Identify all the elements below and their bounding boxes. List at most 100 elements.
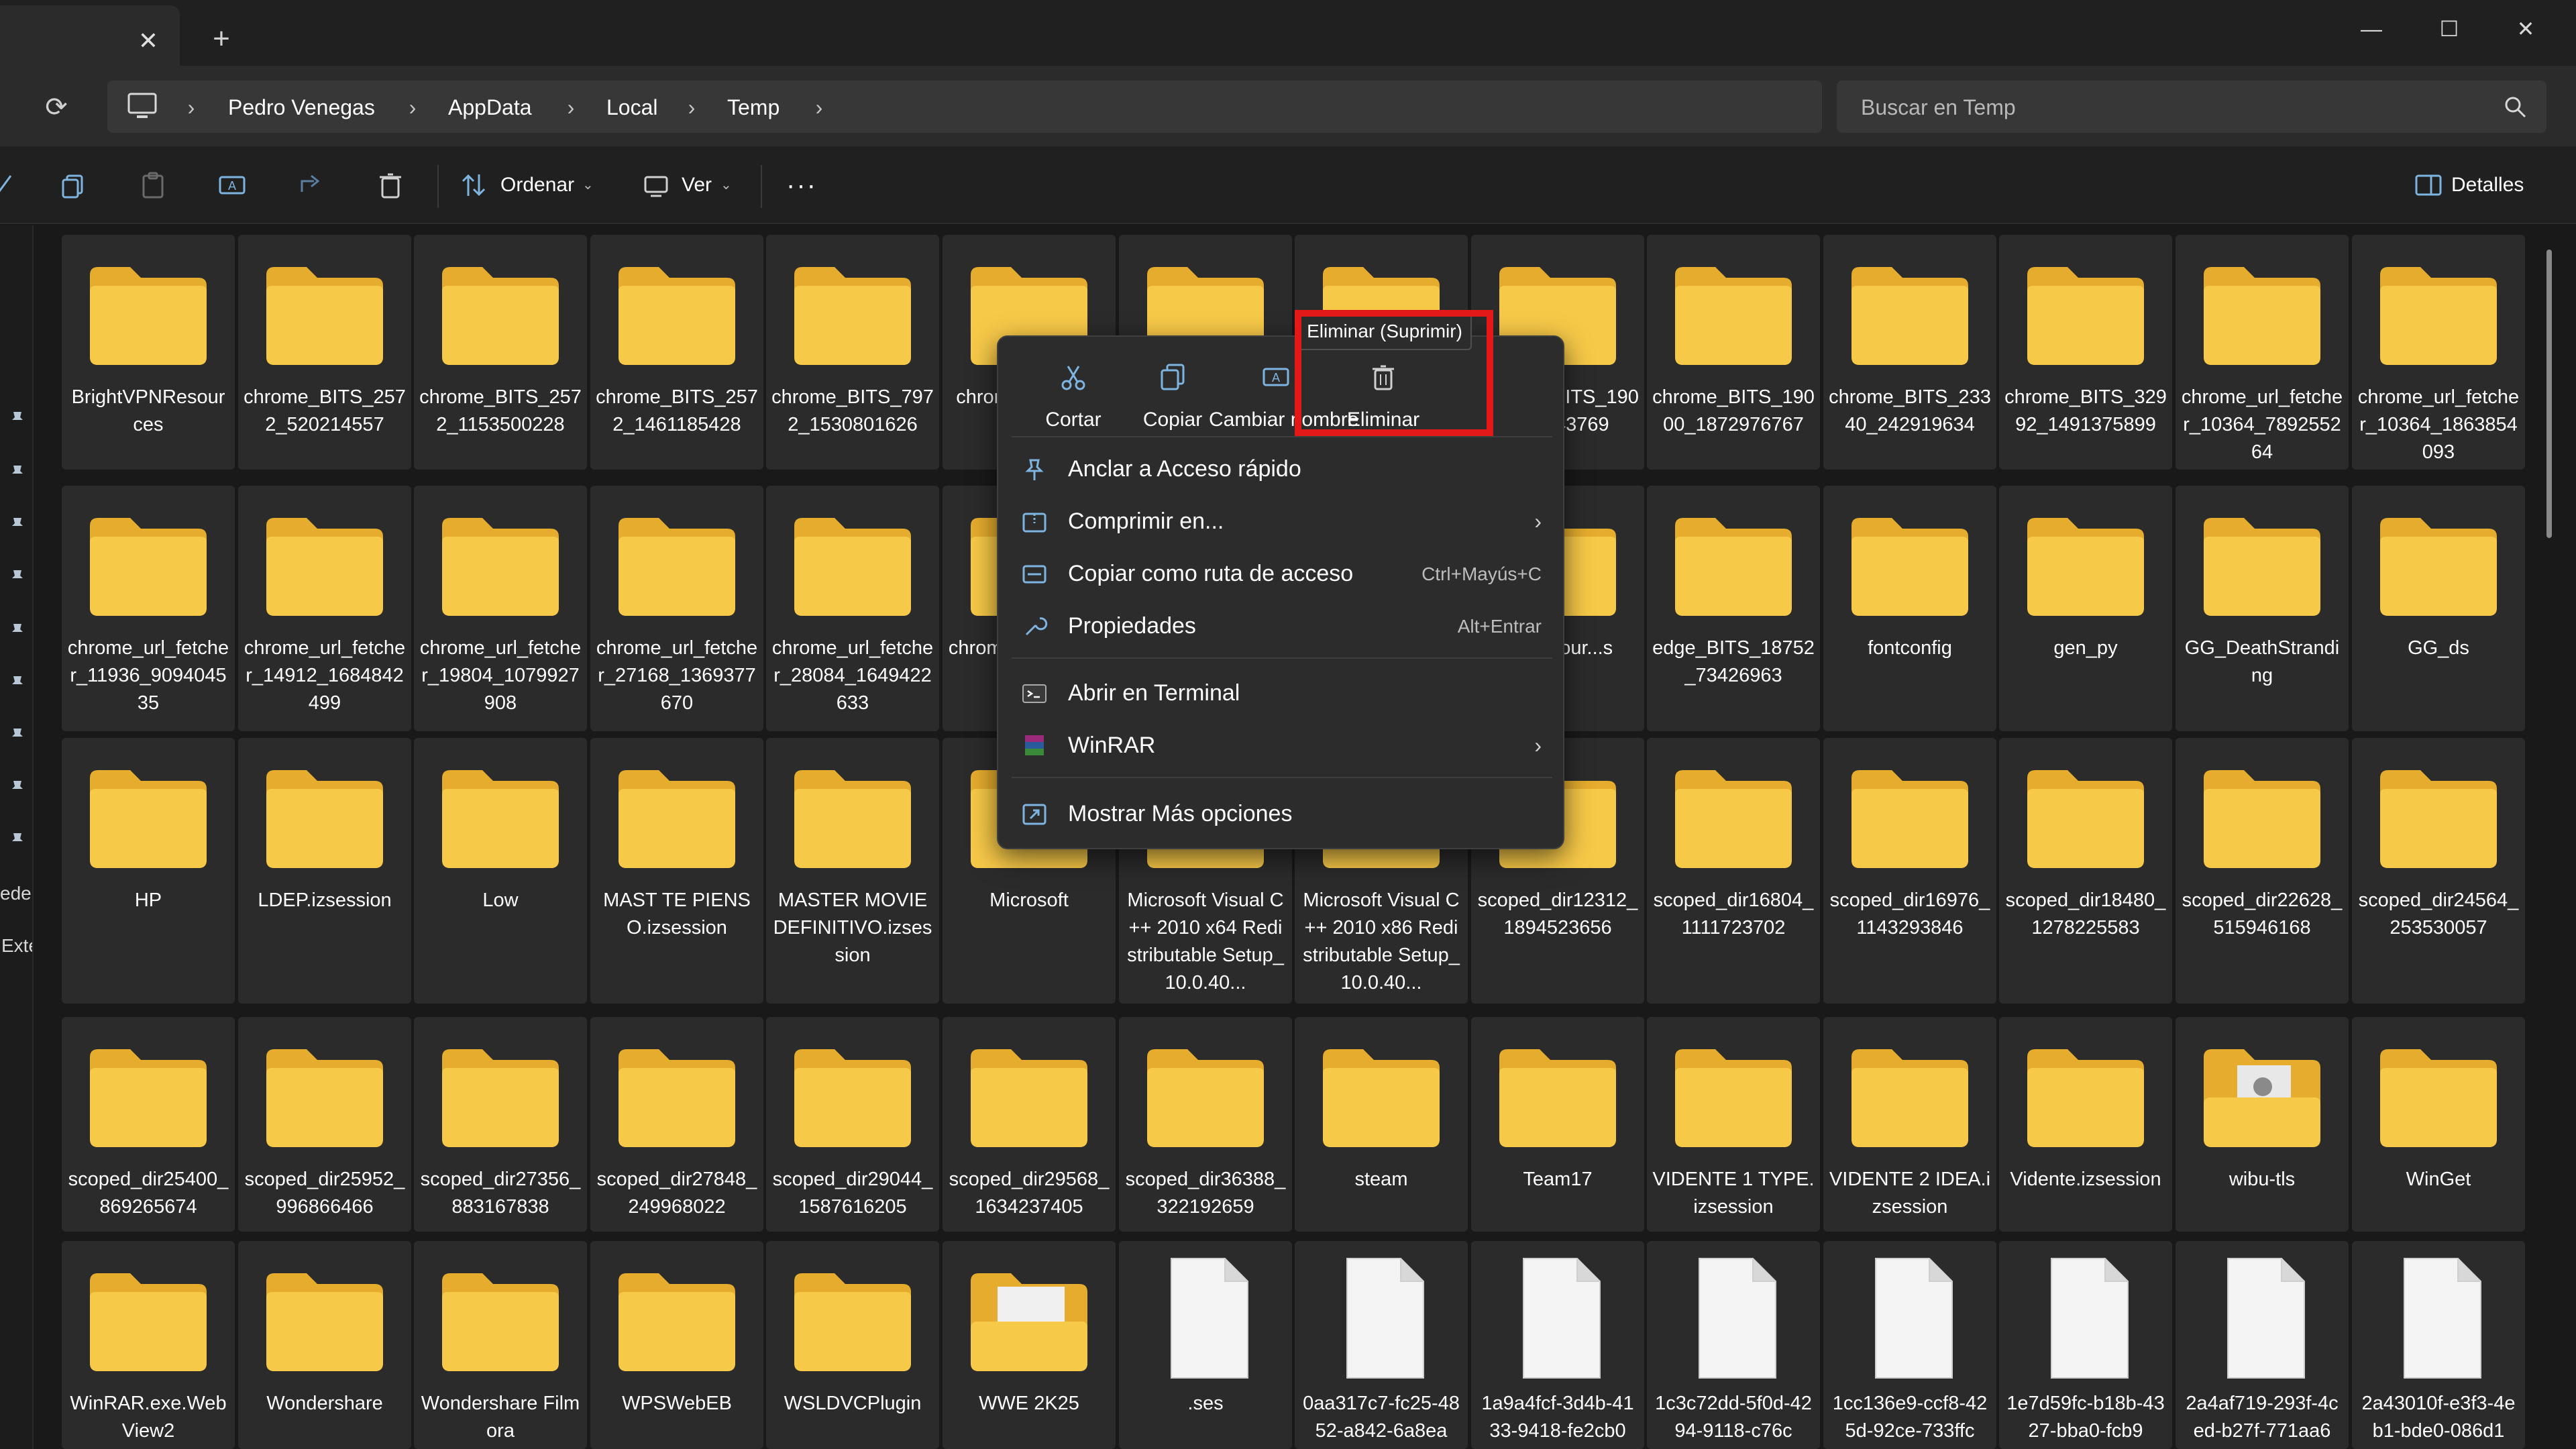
folder-item[interactable]: Team17 (1471, 1017, 1644, 1232)
folder-item[interactable]: GG_DeathStranding (2176, 486, 2349, 731)
file-item[interactable]: .ses (1119, 1241, 1292, 1449)
folder-item[interactable]: Wondershare (238, 1241, 411, 1449)
cut-icon[interactable] (0, 169, 23, 201)
view-icon[interactable] (640, 169, 672, 201)
folder-item[interactable]: wibu-tls (2176, 1017, 2349, 1232)
search-placeholder[interactable]: Buscar en Temp (1861, 93, 2016, 122)
file-item[interactable]: 1e7d59fc-b18b-4327-bba0-fcb9 (1999, 1241, 2172, 1449)
maximize-button[interactable]: ☐ (2412, 5, 2486, 52)
folder-item[interactable]: chrome_url_fetcher_27168_1369377670 (590, 486, 763, 731)
scrollbar-thumb[interactable] (2546, 250, 2552, 538)
close-window-button[interactable]: ✕ (2489, 5, 2563, 52)
menu-item-pin-quick-access[interactable]: Anclar a Acceso rápido (998, 443, 1566, 495)
view-chevron-down-icon[interactable]: ⌄ (720, 172, 732, 199)
copy-icon[interactable] (58, 169, 90, 201)
new-tab-button[interactable]: + (203, 20, 240, 58)
folder-item[interactable]: scoped_dir29568_1634237405 (943, 1017, 1116, 1232)
folder-item[interactable]: WinRAR.exe.WebView2 (62, 1241, 235, 1449)
folder-item[interactable]: HP (62, 738, 235, 1004)
minimize-button[interactable]: — (2334, 5, 2408, 52)
folder-item[interactable]: chrome_url_fetcher_28084_1649422633 (766, 486, 939, 731)
menu-item-compress[interactable]: Comprimir en... › (998, 495, 1566, 547)
breadcrumb-pedro-venegas[interactable]: Pedro Venegas (228, 93, 375, 122)
folder-item[interactable]: Vidente.izsession (1999, 1017, 2172, 1232)
folder-item[interactable]: scoped_dir27848_249968022 (590, 1017, 763, 1232)
rename-icon[interactable]: A (216, 169, 248, 201)
breadcrumb-separator[interactable]: › (682, 93, 702, 122)
folder-item[interactable]: scoped_dir24564_253530057 (2352, 738, 2525, 1004)
more-options-button[interactable]: ··· (786, 172, 817, 199)
details-pane-icon[interactable] (2412, 169, 2445, 201)
paste-icon[interactable] (137, 169, 169, 201)
sort-button[interactable]: Ordenar (500, 172, 574, 199)
folder-item[interactable]: scoped_dir22628_515946168 (2176, 738, 2349, 1004)
menu-item-show-more-options[interactable]: Mostrar Más opciones (998, 788, 1566, 840)
sort-chevron-down-icon[interactable]: ⌄ (582, 172, 594, 199)
folder-item[interactable]: MAST TE PIENSO.izsession (590, 738, 763, 1004)
nav-item-partial[interactable]: Exte (1, 932, 32, 959)
folder-item[interactable]: scoped_dir25400_869265674 (62, 1017, 235, 1232)
file-item[interactable]: 1a9a4fcf-3d4b-4133-9418-fe2cb0 (1471, 1241, 1644, 1449)
folder-item[interactable]: MASTER MOVIE DEFINITIVO.izsession (766, 738, 939, 1004)
folder-item[interactable]: WWE 2K25 (943, 1241, 1116, 1449)
folder-item[interactable]: Wondershare Filmora (414, 1241, 587, 1449)
breadcrumb-separator[interactable]: › (181, 93, 201, 122)
folder-item[interactable]: WSLDVCPlugin (766, 1241, 939, 1449)
folder-item[interactable]: chrome_url_fetcher_19804_1079927908 (414, 486, 587, 731)
folder-item[interactable]: chrome_BITS_19000_1872976767 (1647, 235, 1820, 470)
view-button[interactable]: Ver (682, 172, 712, 199)
folder-item[interactable]: fontconfig (1823, 486, 1996, 731)
folder-item[interactable]: chrome_BITS_2572_1461185428 (590, 235, 763, 470)
close-tab-button[interactable]: ✕ (131, 24, 165, 58)
folder-item[interactable]: edge_BITS_18752_73426963 (1647, 486, 1820, 731)
file-item[interactable]: 1cc136e9-ccf8-425d-92ce-733ffc (1823, 1241, 1996, 1449)
folder-item[interactable]: chrome_BITS_2572_1153500228 (414, 235, 587, 470)
computer-icon[interactable] (125, 91, 160, 121)
folder-item[interactable]: scoped_dir18480_1278225583 (1999, 738, 2172, 1004)
file-item[interactable]: 1c3c72dd-5f0d-4294-9118-c76c (1647, 1241, 1820, 1449)
breadcrumb-separator[interactable]: › (561, 93, 581, 122)
folder-item[interactable]: scoped_dir29044_1587616205 (766, 1017, 939, 1232)
folder-item[interactable]: LDEP.izsession (238, 738, 411, 1004)
folder-item[interactable]: chrome_url_fetcher_11936_909404535 (62, 486, 235, 731)
folder-item[interactable]: scoped_dir27356_883167838 (414, 1017, 587, 1232)
file-item[interactable]: 0aa317c7-fc25-4852-a842-6a8ea (1295, 1241, 1468, 1449)
breadcrumb-separator[interactable]: › (402, 93, 423, 122)
file-item[interactable]: 2a43010f-e3f3-4eb1-bde0-086d1 (2352, 1241, 2525, 1449)
details-button[interactable]: Detalles (2451, 172, 2524, 199)
menu-item-open-terminal[interactable]: Abrir en Terminal (998, 667, 1566, 719)
folder-item[interactable]: chrome_url_fetcher_14912_1684842499 (238, 486, 411, 731)
folder-item[interactable]: WPSWebEB (590, 1241, 763, 1449)
breadcrumb-local[interactable]: Local (606, 93, 658, 122)
breadcrumb-appdata[interactable]: AppData (448, 93, 532, 122)
folder-item[interactable]: chrome_BITS_2572_520214557 (238, 235, 411, 470)
folder-item[interactable]: chrome_BITS_32992_1491375899 (1999, 235, 2172, 470)
folder-item[interactable]: chrome_BITS_23340_242919634 (1823, 235, 1996, 470)
share-icon[interactable] (295, 169, 327, 201)
folder-item[interactable]: gen_py (1999, 486, 2172, 731)
folder-item[interactable]: scoped_dir16976_1143293846 (1823, 738, 1996, 1004)
search-icon[interactable] (2502, 94, 2529, 121)
folder-item[interactable]: chrome_url_fetcher_10364_789255264 (2176, 235, 2349, 470)
menu-item-winrar[interactable]: WinRAR › (998, 719, 1566, 771)
nav-item-partial[interactable]: cede (0, 880, 32, 907)
folder-item[interactable]: BrightVPNResources (62, 235, 235, 470)
folder-item[interactable]: VIDENTE 1 TYPE.izsession (1647, 1017, 1820, 1232)
folder-item[interactable]: chrome_BITS_7972_1530801626 (766, 235, 939, 470)
menu-item-copy-path[interactable]: Copiar como ruta de acceso Ctrl+Mayús+C (998, 547, 1566, 600)
delete-icon[interactable] (374, 169, 407, 201)
folder-item[interactable]: chrome_url_fetcher_10364_1863854093 (2352, 235, 2525, 470)
folder-item[interactable]: WinGet (2352, 1017, 2525, 1232)
folder-item[interactable]: GG_ds (2352, 486, 2525, 731)
folder-item[interactable]: scoped_dir25952_996866466 (238, 1017, 411, 1232)
breadcrumb-separator[interactable]: › (809, 93, 829, 122)
breadcrumb-temp[interactable]: Temp (727, 93, 780, 122)
folder-item[interactable]: Low (414, 738, 587, 1004)
folder-item[interactable]: VIDENTE 2 IDEA.izsession (1823, 1017, 1996, 1232)
folder-item[interactable]: steam (1295, 1017, 1468, 1232)
refresh-icon[interactable]: ⟳ (38, 89, 75, 126)
folder-item[interactable]: scoped_dir36388_322192659 (1119, 1017, 1292, 1232)
menu-item-properties[interactable]: Propiedades Alt+Entrar (998, 600, 1566, 652)
file-item[interactable]: 2a4af719-293f-4ced-b27f-771aa6 (2176, 1241, 2349, 1449)
folder-item[interactable]: scoped_dir16804_1111723702 (1647, 738, 1820, 1004)
